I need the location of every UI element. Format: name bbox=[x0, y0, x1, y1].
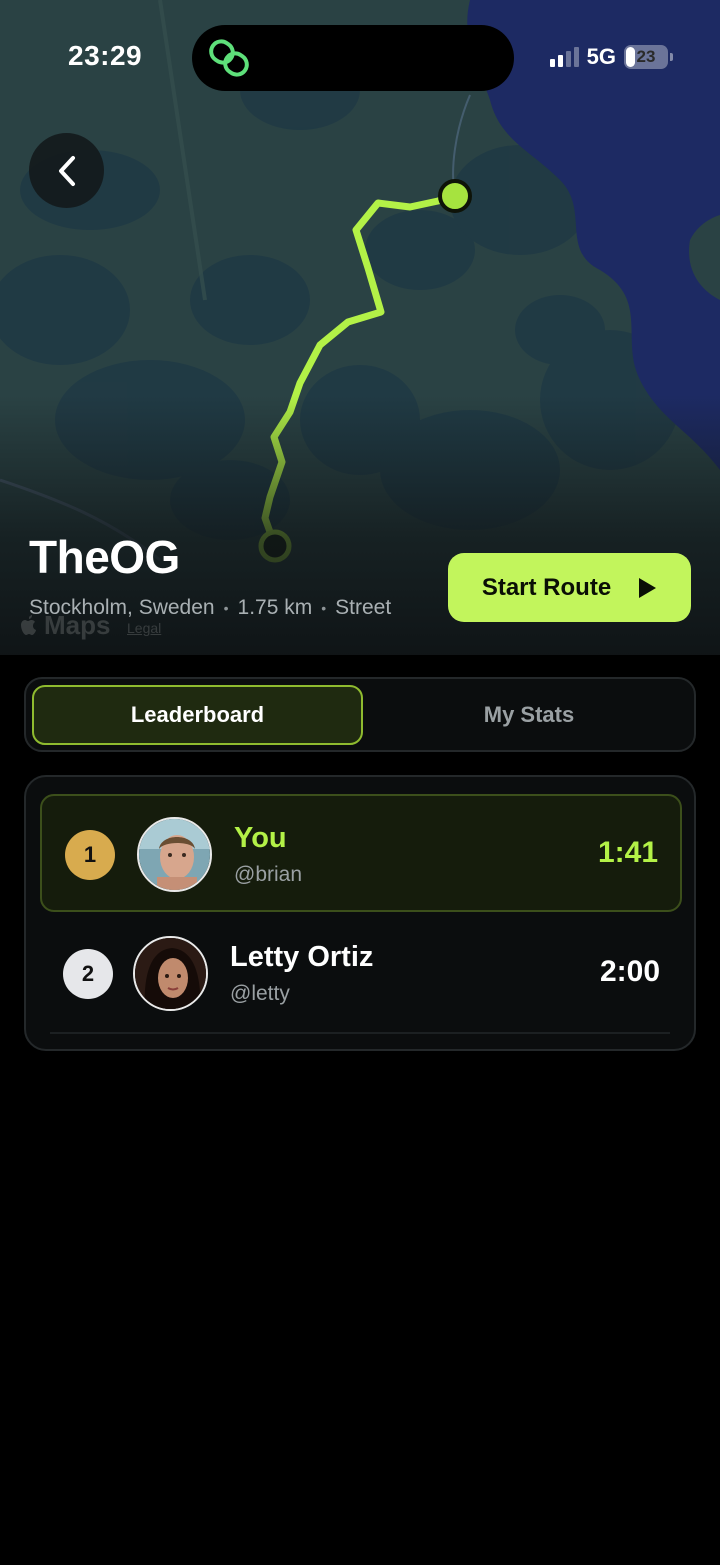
player-name: You bbox=[234, 822, 287, 854]
user-photo bbox=[135, 938, 206, 1009]
back-button[interactable] bbox=[29, 133, 104, 208]
maps-legal-link[interactable]: Legal bbox=[127, 620, 161, 636]
tab-my-stats[interactable]: My Stats bbox=[366, 685, 692, 745]
battery-percent: 23 bbox=[636, 47, 656, 66]
link-chain-icon bbox=[209, 39, 249, 77]
avatar bbox=[137, 817, 212, 892]
route-distance: 1.75 km bbox=[237, 596, 313, 619]
status-time: 23:29 bbox=[68, 40, 143, 71]
player-handle: @brian bbox=[234, 863, 303, 886]
route-type: Street bbox=[335, 596, 392, 619]
status-indicators: 5G 23 bbox=[549, 44, 673, 70]
route-location: Stockholm, Sweden bbox=[29, 596, 215, 619]
rank-badge: 1 bbox=[65, 830, 115, 880]
leaderboard-row[interactable]: 2 Letty Ortiz @letty 2:00 bbox=[40, 915, 682, 1033]
rank-badge: 2 bbox=[63, 949, 113, 999]
user-photo bbox=[139, 819, 210, 890]
avatar bbox=[133, 936, 208, 1011]
battery-icon: 23 bbox=[624, 45, 673, 69]
chevron-left-icon bbox=[58, 155, 75, 186]
route-title: TheOG bbox=[29, 531, 180, 583]
player-name: Letty Ortiz bbox=[230, 941, 374, 973]
play-icon bbox=[639, 577, 657, 598]
tab-leaderboard[interactable]: Leaderboard bbox=[32, 685, 363, 745]
player-handle: @letty bbox=[230, 982, 290, 1005]
route-meta: Stockholm, Sweden • 1.75 km • Street bbox=[29, 596, 392, 619]
segmented-tabs: Leaderboard My Stats bbox=[24, 677, 696, 752]
player-time: 1:41 bbox=[597, 836, 658, 869]
start-route-button[interactable]: Start Route bbox=[448, 553, 691, 622]
cellular-signal-icon bbox=[549, 47, 579, 67]
divider bbox=[50, 1032, 670, 1034]
start-route-label: Start Route bbox=[481, 573, 612, 601]
leaderboard-list: 1 You @brian 1:41 2 Letty Ortiz @letty 2… bbox=[24, 775, 696, 1051]
leaderboard-row[interactable]: 1 You @brian 1:41 bbox=[40, 794, 682, 912]
network-type: 5G bbox=[586, 44, 616, 69]
player-time: 2:00 bbox=[599, 955, 660, 988]
dynamic-island bbox=[192, 25, 514, 91]
